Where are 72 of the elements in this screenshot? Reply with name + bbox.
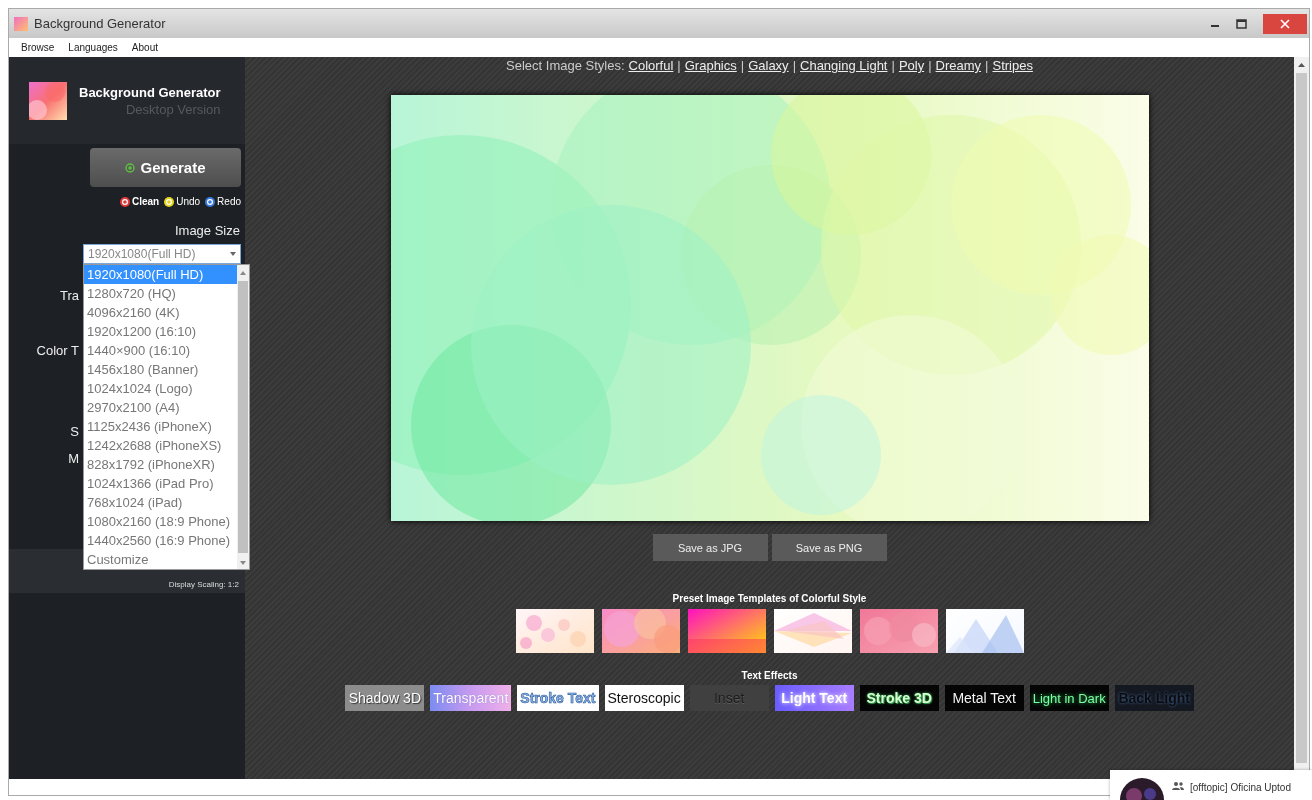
dropdown-option[interactable]: 1920x1080(Full HD)	[84, 265, 237, 284]
style-link[interactable]: Stripes	[992, 58, 1033, 73]
action-link[interactable]: Clean	[119, 196, 160, 207]
caret-icon	[230, 252, 236, 256]
style-link[interactable]: Colorful	[628, 58, 674, 73]
app-icon	[14, 16, 28, 31]
separator: |	[740, 58, 745, 73]
dropdown-option[interactable]: 1920x1200 (16:10)	[84, 322, 237, 341]
people-icon	[1172, 782, 1184, 790]
separator: |	[928, 58, 932, 73]
effect-button[interactable]: Stroke Text	[517, 685, 599, 711]
notification-text: [offtopic] Oficina Uptod	[1190, 782, 1291, 793]
ring-icon	[164, 196, 175, 207]
setting-label: S	[70, 424, 79, 439]
dropdown-option[interactable]: 828x1792 (iPhoneXR)	[84, 455, 237, 474]
dropdown-option[interactable]: 1125x2436 (iPhoneX)	[84, 417, 237, 436]
dropdown-option[interactable]: 1242x2688 (iPhoneXS)	[84, 436, 237, 455]
app-name: Background Generator	[79, 84, 221, 100]
generate-button[interactable]: Generate	[90, 148, 241, 187]
style-link[interactable]: Graphics	[684, 58, 737, 73]
menu-item[interactable]: About	[131, 42, 158, 53]
menu-item[interactable]: Browse	[21, 42, 55, 53]
action-link[interactable]: Redo	[205, 196, 241, 207]
dropdown-option[interactable]: 1456x180 (Banner)	[84, 360, 237, 379]
dropdown-option[interactable]: 1080x2160 (18:9 Phone)	[84, 512, 237, 531]
action-link[interactable]: Undo	[164, 196, 201, 207]
field-label: Image Size	[174, 223, 240, 238]
maximize-icon[interactable]	[1236, 18, 1247, 29]
setting-label: Color T	[36, 343, 79, 358]
setting-label: M	[68, 451, 79, 466]
logo-icon	[29, 81, 67, 120]
dropdown-option[interactable]: 1024x1024 (Logo)	[84, 379, 237, 398]
window-title: Background Generator	[34, 16, 166, 31]
style-link[interactable]: Poly	[898, 58, 925, 73]
section-title: Preset Image Templates of Colorful Style	[672, 593, 867, 604]
separator: |	[891, 58, 895, 73]
scaling-note: Display Scaling: 1:2	[168, 580, 239, 589]
save-button[interactable]: Save as PNG	[771, 534, 887, 561]
dropdown-option[interactable]: 1280x720 (HQ)	[84, 284, 237, 303]
scrollbar[interactable]	[237, 265, 249, 569]
dropdown-option[interactable]: 1440x2560 (16:9 Phone)	[84, 531, 237, 550]
section-title: Text Effects	[741, 670, 798, 681]
style-link[interactable]: Galaxy	[748, 58, 789, 73]
notification[interactable]: [offtopic] Oficina Uptod	[1110, 770, 1312, 800]
ring-icon	[119, 196, 130, 207]
ring-icon	[205, 196, 216, 207]
dropdown-option[interactable]: 768x1024 (iPad)	[84, 493, 237, 512]
size-select[interactable]: 1920x1080(Full HD)	[83, 244, 241, 264]
dropdown-option[interactable]: 2970x2100 (A4)	[84, 398, 237, 417]
separator: |	[677, 58, 681, 73]
separator: |	[792, 58, 796, 73]
dropdown-option[interactable]: 1440×900 (16:10)	[84, 341, 237, 360]
effect-button[interactable]: Stroke 3D	[859, 685, 939, 711]
close-icon	[1280, 18, 1290, 29]
save-button[interactable]: Save as JPG	[652, 534, 768, 561]
separator: |	[985, 58, 989, 73]
effect-button[interactable]: Light in Dark	[1029, 685, 1109, 711]
effect-button[interactable]: Shadow 3D	[345, 685, 425, 711]
dropdown-option[interactable]: Customize	[84, 550, 237, 569]
dropdown-option[interactable]: 4096x2160 (4K)	[84, 303, 237, 322]
setting-label: Tra	[59, 288, 79, 303]
effect-button[interactable]: Steroscopic	[604, 685, 684, 711]
effect-button[interactable]: Metal Text	[944, 685, 1024, 711]
styles-label: Select Image Styles:	[506, 58, 625, 73]
effect-button[interactable]: Light Text	[774, 685, 854, 711]
dropdown-option[interactable]: 1024x1366 (iPad Pro)	[84, 474, 237, 493]
style-link[interactable]: Dreamy	[935, 58, 982, 73]
close-button[interactable]	[1263, 13, 1307, 34]
style-link[interactable]: Changing Light	[800, 58, 888, 73]
menu-item[interactable]: Languages	[68, 42, 118, 53]
target-icon	[125, 162, 136, 173]
effect-button[interactable]: Back Light	[1114, 685, 1194, 711]
